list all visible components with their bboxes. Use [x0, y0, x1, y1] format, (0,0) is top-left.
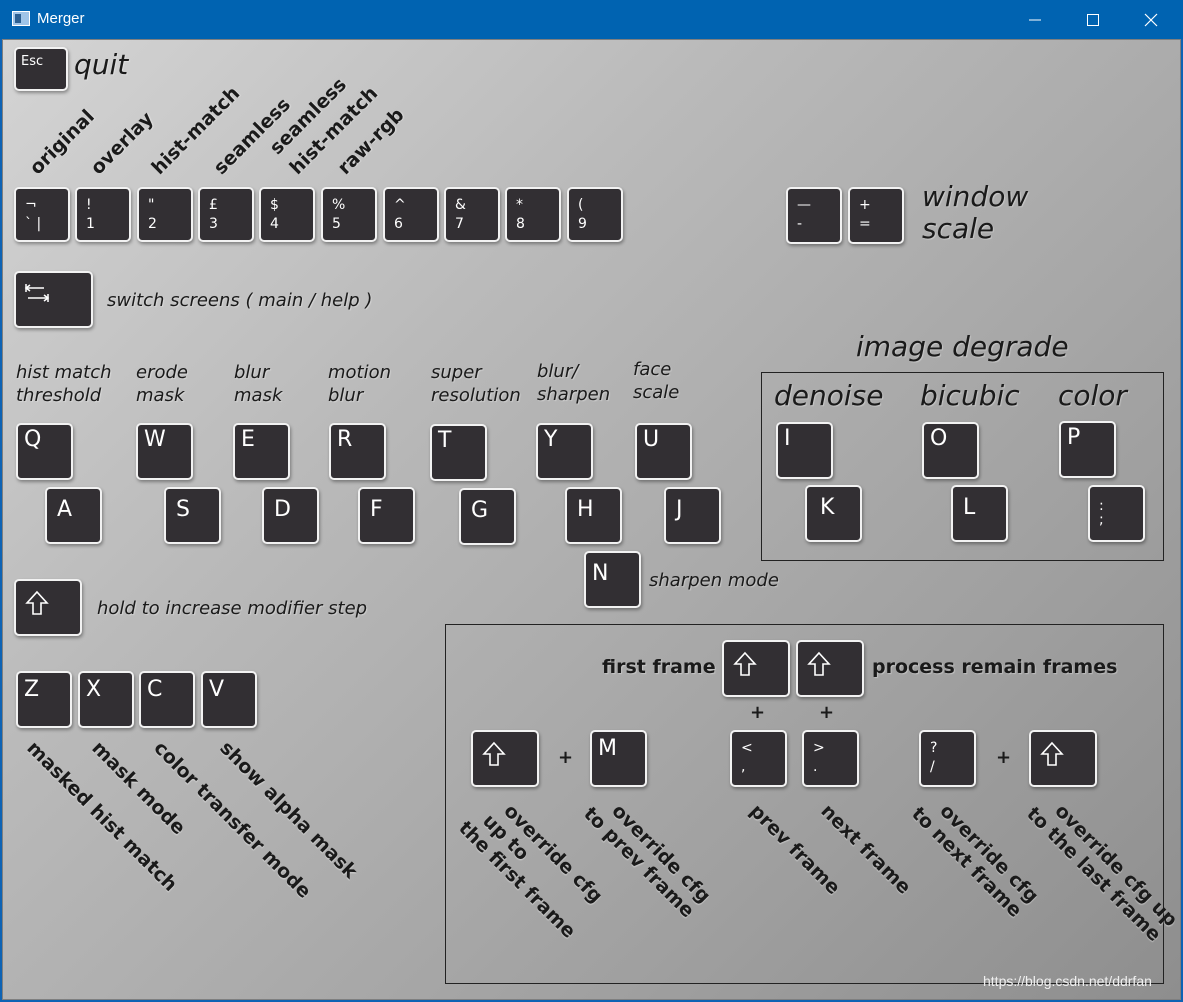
window-scale-label-1: window	[922, 180, 1029, 213]
key-x: X	[78, 671, 134, 728]
shift-icon	[807, 651, 831, 676]
key-d: D	[262, 487, 319, 544]
plus-override-first: +	[558, 747, 574, 768]
param-label-hist-match-threshold: hist match threshold	[16, 362, 112, 406]
key-3: £3	[198, 187, 254, 242]
key-8: * 8	[505, 187, 561, 242]
key-5: % 5	[321, 187, 377, 242]
window-scale-label-2: scale	[922, 212, 995, 245]
key-v: V	[201, 671, 257, 728]
param-label-blur-mask: blur mask	[234, 362, 283, 406]
key-slash: ? /	[919, 730, 976, 787]
key-e: E	[233, 423, 290, 480]
shift-key-override-first	[471, 730, 539, 787]
key-y: Y	[536, 423, 593, 480]
plus-remain-frames: +	[819, 702, 835, 723]
shift-icon	[482, 741, 506, 766]
key-i: I	[776, 422, 833, 479]
plus-override-last: +	[996, 747, 1012, 768]
key-comma: <,	[730, 730, 787, 787]
shift-key-modifier	[14, 579, 82, 636]
key-g: G	[459, 488, 516, 545]
key-backtick: ¬ ` |	[14, 187, 70, 242]
key-s: S	[164, 487, 221, 544]
shift-key-first-frame	[722, 640, 790, 697]
minimize-button[interactable]	[1006, 0, 1064, 39]
tab-icon	[24, 284, 50, 302]
key-7: & 7	[444, 187, 500, 242]
param-label-motion-blur: motion blur	[328, 362, 392, 406]
plus-first-frame: +	[750, 702, 766, 723]
key-o: O	[922, 422, 979, 479]
help-screen: Esc quit original overlay hist-match sea…	[2, 39, 1181, 1000]
title-bar: Merger	[0, 0, 1183, 39]
app-icon	[12, 11, 30, 26]
key-6: ^ 6	[383, 187, 439, 242]
esc-key: Esc	[14, 47, 68, 91]
process-remain-frames-label: process remain frames	[872, 656, 1118, 678]
param-label-super-resolution: super resolution	[431, 362, 521, 406]
shift-key-override-last	[1029, 730, 1097, 787]
tab-key	[14, 271, 93, 328]
shift-icon	[1040, 741, 1064, 766]
key-k: K	[805, 485, 862, 542]
key-semicolon: :;	[1088, 485, 1145, 542]
shift-key-remain-frames	[796, 640, 864, 697]
key-l: L	[951, 485, 1008, 542]
close-button[interactable]	[1122, 0, 1180, 39]
param-label-blur-sharpen: blur/sharpen	[537, 361, 611, 405]
degrade-label-color: color	[1058, 379, 1127, 412]
key-h: H	[565, 487, 622, 544]
key-minus: — -	[786, 187, 842, 244]
key-period: >.	[802, 730, 859, 787]
key-t: T	[430, 424, 487, 481]
quit-label: quit	[74, 48, 129, 81]
close-icon	[1144, 13, 1158, 26]
window-title: Merger	[37, 10, 85, 27]
shift-icon	[25, 590, 49, 615]
key-a: A	[45, 487, 102, 544]
switch-screens-label: switch screens ( main / help )	[107, 290, 373, 311]
key-q: Q	[16, 423, 73, 480]
key-c: C	[139, 671, 195, 728]
key-4: $4	[259, 187, 315, 242]
degrade-label-bicubic: bicubic	[920, 379, 1020, 412]
degrade-label-denoise: denoise	[774, 379, 884, 412]
shift-icon	[733, 651, 757, 676]
key-m: M	[590, 730, 647, 787]
watermark: https://blog.csdn.net/ddrfan	[983, 973, 1152, 989]
param-label-face-scale: face scale	[633, 359, 680, 403]
param-label-erode-mask: erode mask	[136, 362, 188, 406]
key-n: N	[584, 551, 641, 608]
key-equals: + =	[848, 187, 904, 244]
key-9: (9	[567, 187, 623, 242]
maximize-button[interactable]	[1064, 0, 1122, 39]
sharpen-mode-label: sharpen mode	[649, 570, 779, 591]
key-1: ! 1	[75, 187, 131, 242]
maximize-icon	[1087, 13, 1099, 26]
mode-label-original: original	[25, 105, 99, 179]
key-f: F	[358, 487, 415, 544]
first-frame-label: first frame	[602, 656, 716, 678]
image-degrade-title: image degrade	[856, 330, 1069, 363]
key-p: P	[1059, 421, 1116, 478]
minimize-icon	[1029, 19, 1041, 20]
key-u: U	[635, 423, 692, 480]
key-j: J	[664, 487, 721, 544]
key-w: W	[136, 423, 193, 480]
key-2: " 2	[137, 187, 193, 242]
key-z: Z	[16, 671, 72, 728]
modifier-label: hold to increase modifier step	[97, 598, 368, 619]
key-r: R	[329, 423, 386, 480]
